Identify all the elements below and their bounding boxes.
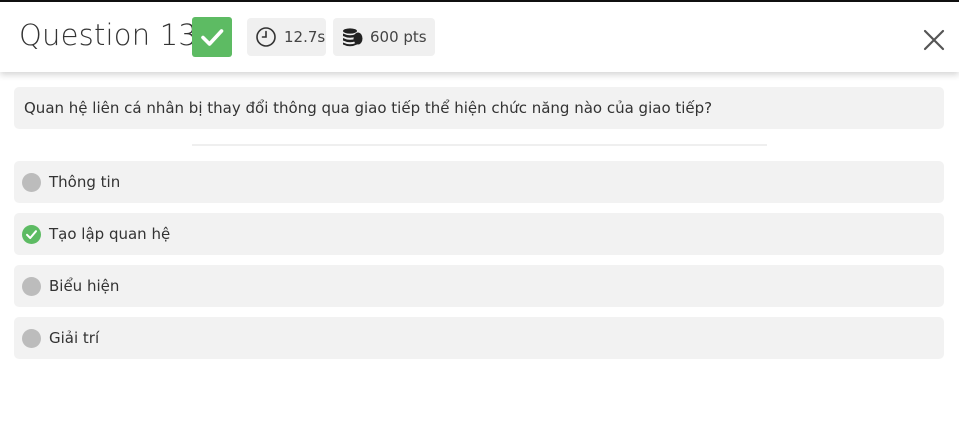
radio-dot-icon bbox=[22, 173, 41, 192]
close-button[interactable] bbox=[921, 27, 947, 53]
answer-option-correct[interactable]: Tạo lập quan hệ bbox=[14, 213, 944, 255]
answer-label: Tạo lập quan hệ bbox=[49, 225, 171, 243]
time-value: 12.7s bbox=[284, 28, 326, 46]
close-icon bbox=[923, 29, 945, 51]
time-chip: 12.7s bbox=[247, 18, 326, 56]
answer-option[interactable]: Giải trí bbox=[14, 317, 944, 359]
question-panel: Quan hệ liên cá nhân bị thay đổi thông q… bbox=[14, 87, 944, 129]
question-header: Question 13 12.7s 600 pts bbox=[0, 2, 959, 72]
answer-label: Biểu hiện bbox=[49, 277, 120, 295]
points-value: 600 pts bbox=[370, 28, 427, 46]
answer-label: Giải trí bbox=[49, 329, 100, 347]
points-chip: 600 pts bbox=[333, 18, 435, 56]
answer-label: Thông tin bbox=[49, 173, 121, 191]
correct-badge bbox=[192, 17, 232, 57]
answer-option[interactable]: Biểu hiện bbox=[14, 265, 944, 307]
radio-dot-icon bbox=[22, 329, 41, 348]
check-icon bbox=[201, 29, 224, 46]
question-title: Question 13 bbox=[19, 18, 198, 52]
clock-icon bbox=[254, 25, 278, 49]
divider bbox=[192, 144, 767, 146]
answer-option[interactable]: Thông tin bbox=[14, 161, 944, 203]
radio-dot-icon bbox=[22, 277, 41, 296]
question-text: Quan hệ liên cá nhân bị thay đổi thông q… bbox=[24, 99, 713, 117]
coins-icon bbox=[340, 25, 364, 49]
check-circle-icon bbox=[22, 225, 41, 244]
question-modal: Question 13 12.7s 600 pts Quan hệ liên c… bbox=[0, 2, 959, 429]
